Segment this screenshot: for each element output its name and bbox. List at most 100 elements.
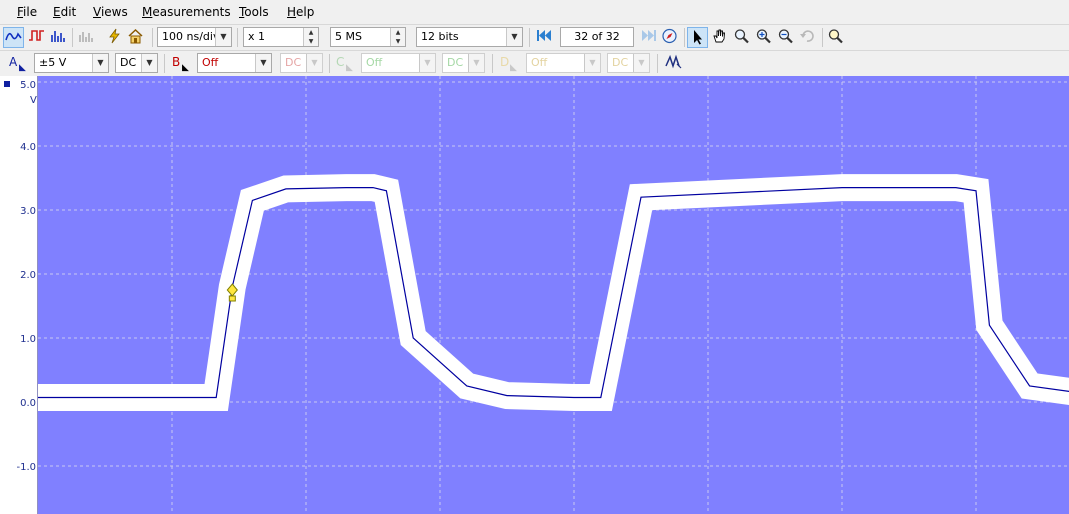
skip-forward-icon [642,30,656,41]
arrow-cursor-icon [694,30,702,45]
chevron-down-icon: ▼ [215,28,231,46]
skip-back-icon [537,30,551,41]
auto-setup-button[interactable] [104,27,125,48]
buffer-index-field[interactable]: 32 of 32 [560,27,634,47]
trigger-waveform-icon [665,54,682,69]
channel-c-label: C [336,55,345,69]
zoom-tool-button[interactable] [731,27,752,48]
scope-mode-button[interactable] [3,27,24,48]
persistence-wave-icon [29,30,44,41]
undo-zoom-button [797,27,818,48]
y-tick-label: 5.0 [20,80,36,91]
scope-wave-icon [5,32,22,41]
channel-b-coupling-value: DC [285,56,302,69]
channel-c-range-value: Off [366,56,383,69]
menu-edit[interactable]: Edit [53,5,76,19]
channel-b-range-value: Off [202,56,219,69]
channel-d-range-value: Off [531,56,548,69]
main-toolbar: 100 ns/div ▼ x 1 ▲ ▼ 5 MS ▲ ▼ 12 bits ▼ 32… [0,24,1069,50]
trigger-settings-button[interactable] [663,53,684,74]
channel-toolbar: A ◣ ±5 V ▼ DC ▼ B ◣ Off ▼ DC ▼ C ◣ Off ▼ DC… [0,50,1069,76]
first-buffer-button[interactable] [534,27,555,48]
hand-icon [713,29,725,43]
resolution-value: 12 bits [421,30,459,43]
y-tick-label: 1.0 [20,334,36,345]
y-tick-label: 0.0 [20,398,36,409]
channel-a-coupling-select[interactable]: DC ▼ [115,53,158,73]
y-tick-label: 4.0 [20,142,36,153]
home-icon [128,28,143,44]
channel-a-coupling-value: DC [120,56,137,69]
samples-stepper[interactable]: 5 MS ▲ ▼ [330,27,406,47]
channel-a-label: A [9,55,18,69]
zoom-value: x 1 [248,30,266,43]
channel-b-button[interactable]: B ◣ [172,55,194,73]
zoom-in-button[interactable] [753,27,774,48]
channel-d-label: D [500,55,510,69]
next-buffer-button [638,27,659,48]
scope-graph[interactable] [38,76,1069,514]
chevron-down-icon: ▼ [468,54,484,72]
menu-tools[interactable]: Tools [239,5,269,19]
hand-tool-button[interactable] [709,27,730,48]
channel-d-range-select[interactable]: Off ▼ [526,53,601,73]
spin-arrows-icon[interactable]: ▲ ▼ [390,28,405,46]
persistence-mode-button[interactable] [26,27,47,48]
chevron-down-icon: ▼ [306,54,322,72]
spectrum-bars-icon [51,31,65,42]
channel-c-coupling-value: DC [447,56,464,69]
cursor-arrow-icon: ◣ [510,63,517,73]
mso-button [76,27,97,48]
chevron-down-icon: ▼ [584,54,600,72]
lightning-icon [109,28,120,44]
y-axis-unit: V [30,95,37,106]
timebase-select[interactable]: 100 ns/div ▼ [157,27,232,47]
channel-a-range-value: ±5 V [39,56,67,69]
trigger-handle-icon[interactable] [228,295,236,302]
zoom-out-button[interactable] [775,27,796,48]
resolution-select[interactable]: 12 bits ▼ [416,27,523,47]
digital-channels-icon [79,32,93,42]
channel-b-coupling-select: DC ▼ [280,53,323,73]
buffer-index-value: 32 of 32 [574,30,620,43]
zoom-overview-button[interactable] [825,27,846,48]
channel-d-coupling-select: DC ▼ [607,53,650,73]
y-tick-label: -1.0 [16,462,36,473]
zoom-fit-icon [828,29,843,44]
cursor-arrow-icon: ◣ [19,63,26,73]
channel-b-label: B [172,55,181,69]
channel-a-button[interactable]: A ◣ [9,55,31,73]
channel-a-axis-marker [4,81,10,87]
channel-c-button[interactable]: C ◣ [336,55,358,73]
menu-measurements[interactable]: Measurements [142,5,231,19]
chevron-down-icon: ▼ [419,54,435,72]
channel-c-range-select[interactable]: Off ▼ [361,53,436,73]
channel-d-button[interactable]: D ◣ [500,55,522,73]
y-axis-panel: V 5.0 4.0 3.0 2.0 1.0 0.0 -1.0 [0,76,38,514]
default-setup-button[interactable] [125,27,146,48]
y-tick-label: 3.0 [20,206,36,217]
chevron-down-icon: ▼ [255,54,271,72]
zoom-out-icon [778,29,793,44]
menu-views[interactable]: Views [93,5,128,19]
zoom-in-icon [756,29,771,44]
channel-b-range-select[interactable]: Off ▼ [197,53,272,73]
magnifier-icon [734,29,749,44]
cursor-arrow-icon: ◣ [182,63,189,73]
channel-a-range-select[interactable]: ±5 V ▼ [34,53,109,73]
spectrum-mode-button[interactable] [48,27,69,48]
menu-help[interactable]: Help [287,5,314,19]
menu-file[interactable]: File [17,5,37,19]
pointer-tool-button[interactable] [687,27,708,48]
timebase-value: 100 ns/div [162,30,220,43]
cursor-arrow-icon: ◣ [346,63,353,73]
chevron-down-icon: ▼ [141,54,157,72]
spin-arrows-icon[interactable]: ▲ ▼ [303,28,318,46]
scope-view[interactable]: V 5.0 4.0 3.0 2.0 1.0 0.0 -1.0 [0,76,1069,514]
plot-background [38,76,1069,514]
buffer-navigator-button[interactable] [659,27,680,48]
zoom-stepper[interactable]: x 1 ▲ ▼ [243,27,319,47]
undo-icon [800,30,814,42]
chevron-down-icon: ▼ [506,28,522,46]
channel-c-coupling-select: DC ▼ [442,53,485,73]
